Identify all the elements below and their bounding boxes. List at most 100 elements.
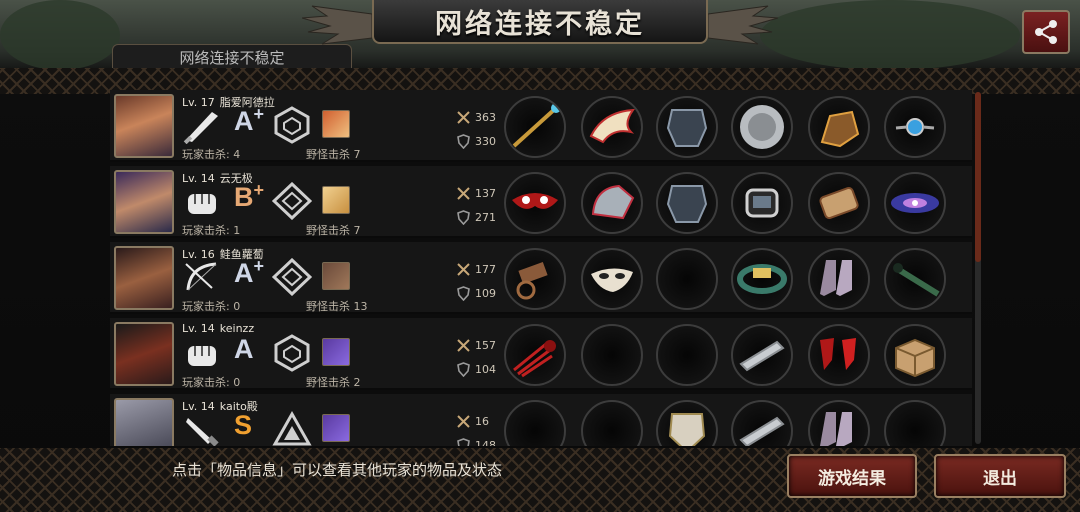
empty-slot-icon — [583, 402, 641, 446]
magic-staff-icon — [512, 103, 561, 148]
hexagon-rank-icon — [274, 106, 310, 144]
item-slot[interactable] — [884, 248, 946, 310]
red-claw-icon — [513, 340, 556, 378]
diamond-rank-icon — [272, 182, 312, 220]
pet-icon — [322, 414, 350, 442]
avatar — [114, 170, 174, 234]
empty-slot-icon — [506, 402, 564, 446]
shield-icon — [457, 438, 470, 446]
boots-icon — [820, 260, 852, 296]
fist-icon — [188, 194, 216, 214]
boots-icon — [820, 412, 852, 446]
watch-icon — [745, 188, 779, 218]
item-slot[interactable] — [656, 172, 718, 234]
item-slot[interactable] — [504, 172, 566, 234]
player-list[interactable]: Lv. 17 脂爱阿德拉 A+ 玩家击杀: 4 野怪击杀 7 363 330 L… — [110, 90, 972, 446]
player-row[interactable]: Lv. 14 kaito殿 S 16 148 — [110, 394, 972, 446]
item-slot[interactable] — [581, 248, 643, 310]
pet-icon — [322, 186, 350, 214]
crossed-swords-icon — [457, 187, 470, 200]
item-slot[interactable] — [731, 324, 793, 386]
item-slot[interactable] — [731, 96, 793, 158]
item-slot[interactable] — [504, 248, 566, 310]
game-result-button[interactable]: 游戏结果 — [787, 454, 917, 498]
avatar — [114, 94, 174, 158]
item-slot[interactable] — [656, 324, 718, 386]
empty-slot-icon — [886, 402, 944, 446]
gauntlet-icon — [820, 110, 860, 148]
item-slot[interactable] — [731, 248, 793, 310]
item-slot[interactable] — [884, 400, 946, 446]
monster-kills: 野怪击杀 13 — [306, 300, 368, 313]
gold-bangle-icon — [737, 264, 787, 294]
lattice-border — [0, 448, 1080, 512]
grade-badge: A+ — [234, 256, 265, 288]
player-row[interactable]: Lv. 17 脂爱阿德拉 A+ 玩家击杀: 4 野怪击杀 7 363 330 — [110, 90, 972, 162]
item-slot[interactable] — [656, 248, 718, 310]
share-icon — [1035, 20, 1057, 44]
item-slot[interactable] — [504, 96, 566, 158]
attack-stat: 137 — [456, 186, 496, 201]
player-kills: 玩家击杀: 0 — [182, 376, 241, 389]
player-kills: 玩家击杀: 1 — [182, 224, 241, 237]
item-slot[interactable] — [504, 400, 566, 446]
avatar — [114, 322, 174, 386]
crossed-swords-icon — [457, 263, 470, 276]
left-wing-ornament-icon — [302, 5, 372, 45]
player-row[interactable]: Lv. 14 云无极 B+ 玩家击杀: 1 野怪击杀 7 137 271 — [110, 166, 972, 238]
wing-crest-icon — [589, 108, 636, 144]
diamond-rank-icon — [272, 258, 312, 296]
item-slot[interactable] — [581, 172, 643, 234]
attack-stat: 16 — [456, 414, 489, 429]
item-slot[interactable] — [884, 172, 946, 234]
monster-kills: 野怪击杀 2 — [306, 376, 361, 389]
crossed-swords-icon — [457, 415, 470, 428]
pet-icon — [322, 338, 350, 366]
right-wing-ornament-icon — [708, 5, 778, 45]
item-slot[interactable] — [581, 400, 643, 446]
background-foliage — [0, 0, 120, 70]
item-slot[interactable] — [808, 324, 870, 386]
monster-kills: 野怪击杀 7 — [306, 224, 361, 237]
item-slot[interactable] — [504, 324, 566, 386]
empty-slot-icon — [658, 326, 716, 384]
item-slot[interactable] — [581, 96, 643, 158]
item-slot[interactable] — [808, 400, 870, 446]
bracer-icon — [819, 186, 859, 220]
defense-stat: 148 — [456, 438, 496, 446]
empty-slot-icon — [583, 326, 641, 384]
player-row[interactable]: Lv. 14 keinzz A 玩家击杀: 0 野怪击杀 2 157 104 — [110, 318, 972, 390]
item-slot[interactable] — [808, 96, 870, 158]
scroll-thumb[interactable] — [975, 92, 981, 262]
item-slot[interactable] — [884, 96, 946, 158]
bat-icon — [183, 112, 218, 144]
player-kills: 玩家击杀: 0 — [182, 300, 241, 313]
fist-icon — [188, 346, 216, 366]
item-slot[interactable] — [808, 172, 870, 234]
item-slot[interactable] — [581, 324, 643, 386]
avatar — [114, 398, 174, 446]
pet-icon — [322, 110, 350, 138]
item-slot[interactable] — [656, 96, 718, 158]
shield-icon — [457, 210, 470, 225]
item-slot[interactable] — [808, 248, 870, 310]
dark-armor-icon — [666, 109, 708, 147]
item-slot[interactable] — [656, 400, 718, 446]
plate-armor-icon — [668, 413, 706, 446]
item-slot[interactable] — [884, 324, 946, 386]
knife-icon — [186, 418, 219, 446]
blue-gem-ring-icon — [895, 118, 935, 136]
grade-badge: A — [234, 334, 254, 364]
item-slot[interactable] — [731, 400, 793, 446]
dark-armor-icon — [666, 185, 708, 223]
shield-icon — [457, 362, 470, 377]
crossed-swords-icon — [457, 339, 470, 352]
grade-badge: B+ — [234, 180, 265, 212]
background-foliage — [760, 0, 1020, 70]
item-slot[interactable] — [731, 172, 793, 234]
player-row[interactable]: Lv. 16 鲑鱼蘿蔔 A+ 玩家击杀: 0 野怪击杀 13 177 109 — [110, 242, 972, 314]
scrollbar[interactable] — [975, 92, 981, 444]
empty-slot-icon — [658, 250, 716, 308]
exit-button[interactable]: 退出 — [934, 454, 1066, 498]
share-button[interactable] — [1022, 10, 1070, 54]
